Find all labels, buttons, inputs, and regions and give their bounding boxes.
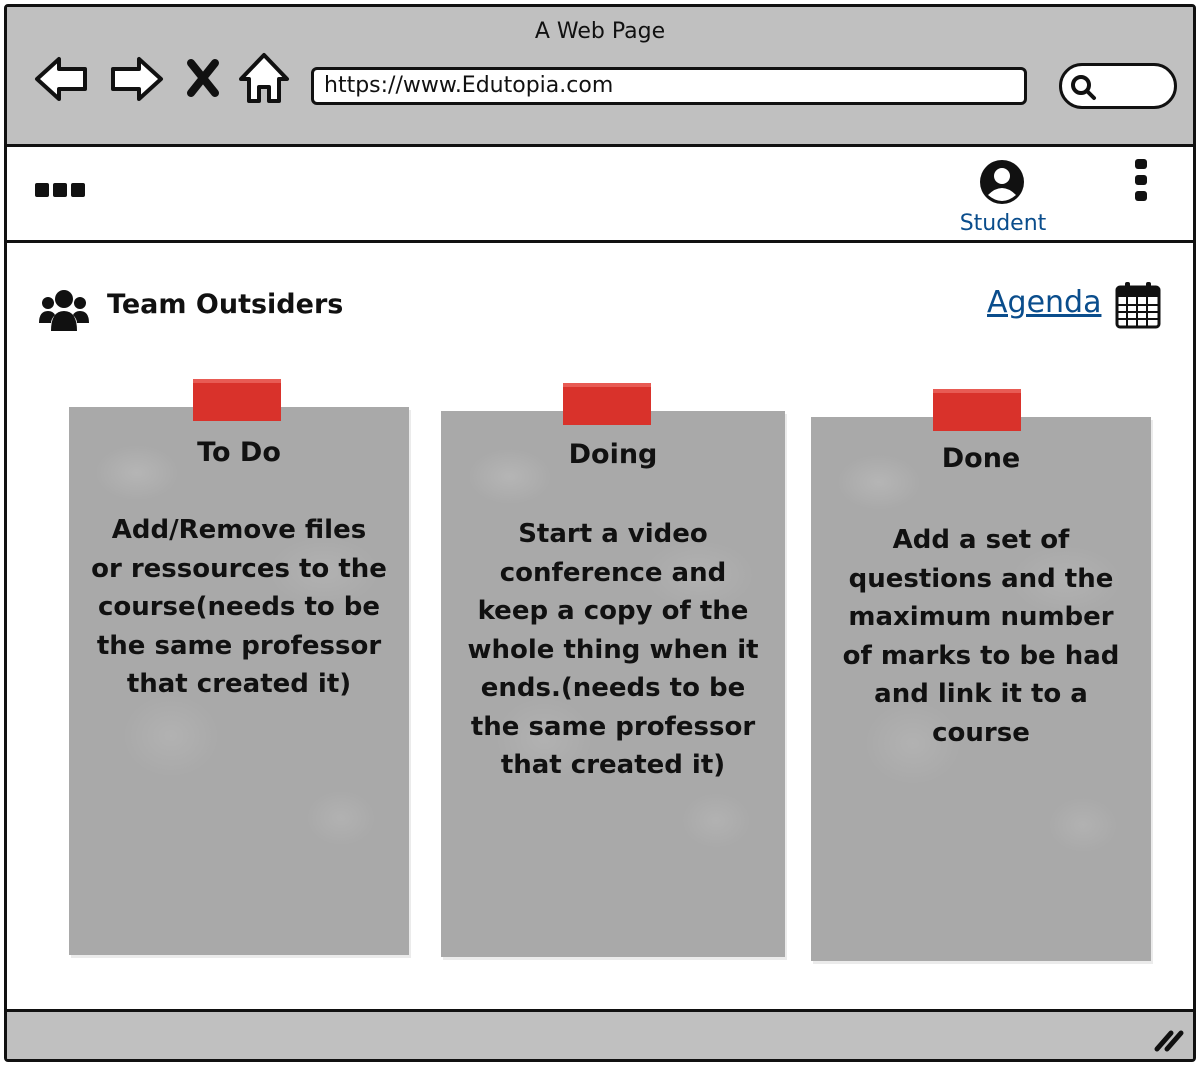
profile-button[interactable]: Student [943,157,1063,241]
users-group-icon [39,290,89,331]
close-x-icon[interactable] [183,49,223,109]
task-card-text: Add a set of questions and the maximum n… [842,525,1120,748]
resize-grip-icon[interactable] [1151,1023,1185,1053]
back-arrow-icon[interactable] [33,49,91,109]
kanban-column-todo: To Do Add/Remove files or ressources to … [69,379,409,955]
search-box[interactable] [1059,63,1177,109]
status-bar [7,1009,1193,1059]
column-title: Doing [568,439,658,470]
task-card-text: Add/Remove files or ressources to the co… [91,515,387,699]
team-title: Team Outsiders [107,289,344,320]
column-title: Done [941,443,1021,474]
window-title: A Web Page [534,19,666,44]
kanban-column-done: Done Add a set of questions and the maxi… [811,389,1151,961]
tape [933,389,1021,431]
search-icon [1071,75,1096,100]
vertical-dots-icon[interactable] [1131,159,1151,205]
tape [563,383,651,425]
browser-chrome: A Web Page https://www.Edutopia.com [7,7,1193,147]
app-header: Student [7,147,1193,243]
agenda-link[interactable]: Agenda [987,285,1101,320]
user-avatar-icon [980,160,1024,204]
task-card-text: Start a video conference and keep a copy… [467,519,759,780]
home-icon[interactable] [235,49,293,109]
hamburger-dots-icon[interactable] [35,183,89,199]
column-title: To Do [197,437,281,468]
browser-window: A Web Page https://www.Edutopia.com Stud… [4,4,1196,1062]
kanban-column-doing: Doing Start a video conference and keep … [441,383,785,957]
url-input[interactable]: https://www.Edutopia.com [311,67,1027,105]
forward-arrow-icon[interactable] [107,49,165,109]
profile-label: Student [959,211,1047,236]
calendar-icon[interactable] [1115,281,1161,329]
tape [193,379,281,421]
